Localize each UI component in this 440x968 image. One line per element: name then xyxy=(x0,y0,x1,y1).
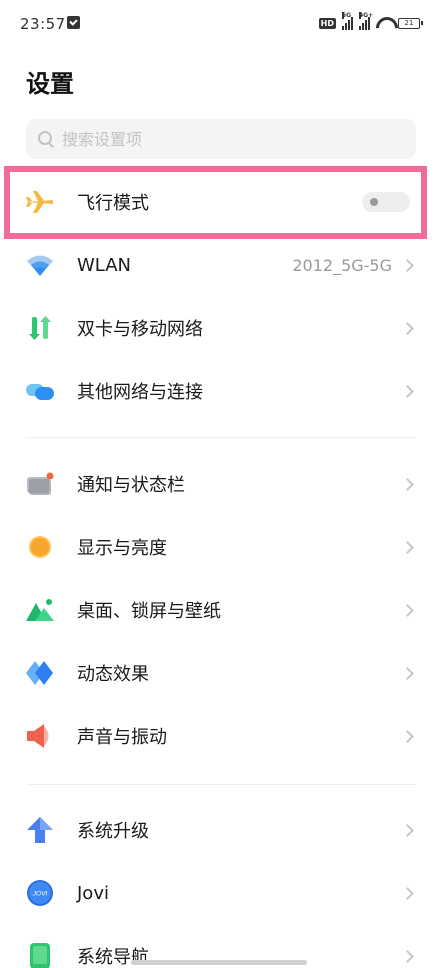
sim1-network-type: 5G xyxy=(342,12,352,19)
wlan-network-name: 2012_5G-5G xyxy=(292,255,392,275)
settings-item-label: Jovi xyxy=(77,882,109,904)
chevron-right-icon xyxy=(401,886,414,900)
settings-item-label: 动态效果 xyxy=(77,664,149,685)
settings-item-label: 通知与状态栏 xyxy=(77,475,185,496)
navigation-phone-icon xyxy=(30,943,50,968)
settings-item-desktop-wallpaper[interactable]: 桌面、锁屏与壁纸 xyxy=(0,579,440,641)
wifi-icon xyxy=(27,255,53,276)
brightness-sun-icon xyxy=(29,536,51,558)
airplane-icon xyxy=(26,191,53,213)
settings-item-wlan[interactable]: WLAN 2012_5G-5G xyxy=(0,234,440,296)
wifi-icon xyxy=(376,17,392,29)
chevron-right-icon xyxy=(401,321,414,335)
chevron-right-icon xyxy=(401,823,414,837)
dual-sim-arrows-icon xyxy=(29,316,51,340)
settings-item-display-brightness[interactable]: 显示与亮度 xyxy=(0,516,440,578)
settings-item-dynamic-effects[interactable]: 动态效果 xyxy=(0,642,440,704)
chevron-right-icon xyxy=(401,540,414,554)
chevron-right-icon xyxy=(401,258,414,272)
settings-item-label: 其他网络与连接 xyxy=(77,382,203,403)
jovi-assistant-icon: JOVI xyxy=(27,880,53,906)
settings-item-label: 桌面、锁屏与壁纸 xyxy=(77,601,221,622)
settings-item-label: 飞行模式 xyxy=(77,193,149,214)
sim1-signal-icon: 5G xyxy=(342,12,353,30)
chevron-right-icon xyxy=(401,949,414,963)
settings-item-system-upgrade[interactable]: 系统升级 xyxy=(0,799,440,861)
connection-link-icon xyxy=(26,384,54,400)
settings-item-other-networks[interactable]: 其他网络与连接 xyxy=(0,360,440,422)
settings-item-label: 系统升级 xyxy=(77,821,149,842)
chevron-right-icon xyxy=(401,477,414,491)
gesture-navigation-bar[interactable] xyxy=(131,960,307,965)
search-bar[interactable] xyxy=(26,119,416,159)
jovi-icon-text: JOVI xyxy=(32,891,48,898)
speaker-icon xyxy=(27,724,49,748)
settings-item-notifications[interactable]: 通知与状态栏 xyxy=(0,453,440,515)
chevron-right-icon xyxy=(401,603,414,617)
settings-item-label: 声音与振动 xyxy=(77,727,167,748)
message-notification-icon xyxy=(67,16,80,29)
settings-item-sound-vibration[interactable]: 声音与振动 xyxy=(0,705,440,767)
search-input[interactable] xyxy=(62,129,382,149)
sim2-signal-icon: 4G+ xyxy=(359,12,373,30)
hd-badge: HD xyxy=(318,17,336,29)
settings-item-airplane-mode[interactable]: 飞行模式 xyxy=(0,171,440,233)
search-icon xyxy=(38,131,54,147)
wallpaper-mountain-icon xyxy=(26,599,54,621)
chevron-right-icon xyxy=(401,729,414,743)
status-indicators: HD 5G 4G+ 21 xyxy=(318,12,423,32)
settings-item-label: WLAN xyxy=(77,254,132,276)
settings-item-label: 显示与亮度 xyxy=(77,538,167,559)
settings-item-jovi[interactable]: JOVI Jovi xyxy=(0,862,440,924)
notification-bar-icon xyxy=(27,472,54,495)
chevron-right-icon xyxy=(401,384,414,398)
sim2-network-type: 4G+ xyxy=(359,12,374,19)
settings-item-label: 双卡与移动网络 xyxy=(77,319,203,340)
battery-level: 21 xyxy=(404,18,414,27)
battery-icon: 21 xyxy=(398,17,423,29)
status-bar: 23:57 HD 5G 4G+ 21 xyxy=(0,0,440,50)
status-time: 23:57 xyxy=(20,15,66,33)
upgrade-arrow-icon xyxy=(27,817,53,843)
dynamic-effects-diamond-icon xyxy=(26,661,53,685)
page-title: 设置 xyxy=(26,70,74,98)
settings-item-dual-sim[interactable]: 双卡与移动网络 xyxy=(0,297,440,359)
chevron-right-icon xyxy=(401,666,414,680)
section-divider xyxy=(26,784,416,785)
section-divider xyxy=(26,437,416,438)
airplane-mode-toggle[interactable] xyxy=(362,192,410,212)
